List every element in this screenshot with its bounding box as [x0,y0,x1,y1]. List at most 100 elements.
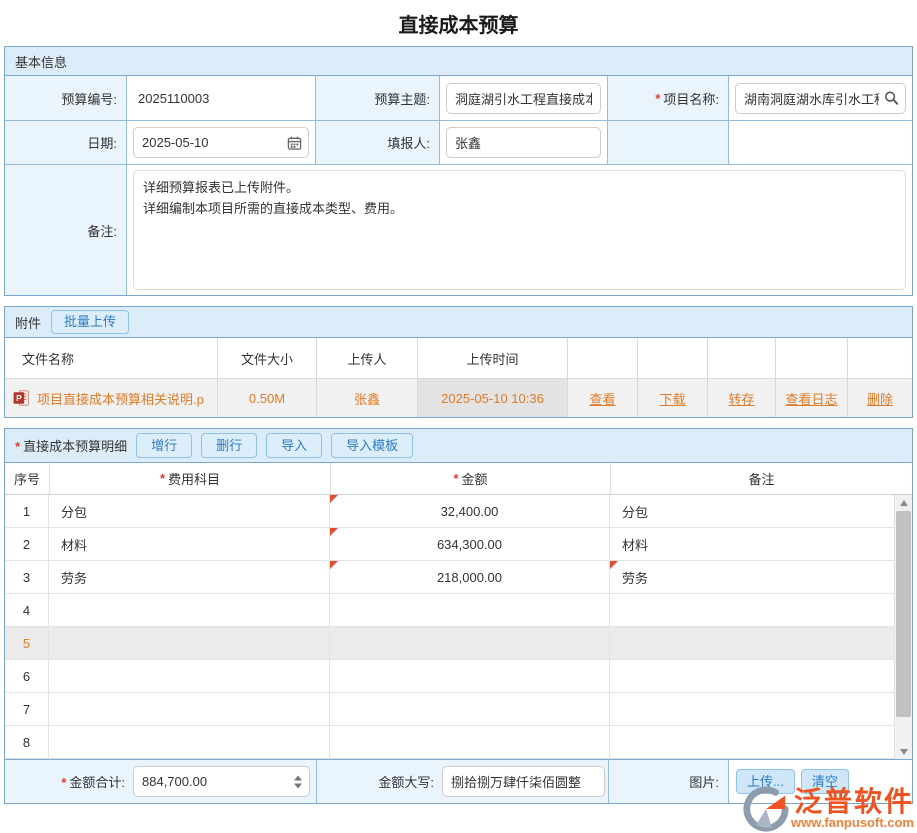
date-label: 日期: [5,120,126,164]
date-input[interactable] [133,127,309,158]
amount-caps-label: 金额大写: [317,772,435,791]
col-upload-time: 上传时间 [417,338,567,379]
attachment-row: P 项目直接成本预算相关说明.p 0.50M 张鑫 2025-05-10 10:… [5,379,912,417]
table-row[interactable]: 4 [5,594,895,627]
detail-rows: 1 分包 32,400.00 分包 2 材料 634,300.00 材料 3 劳… [5,495,895,759]
basic-info-row-1: 预算编号: 2025110003 预算主题: *项目名称: [5,76,912,120]
subject-label: 预算主题: [315,76,439,120]
save-as-link[interactable]: 转存 [728,389,754,408]
total-amount-section: *金额合计: [5,760,316,803]
attachment-file-name[interactable]: 项目直接成本预算相关说明.p [37,389,204,408]
subject-input[interactable] [446,83,601,114]
number-stepper[interactable] [294,775,302,788]
svg-text:P: P [16,393,22,403]
watermark-url: www.fanpusoft.com [791,816,914,830]
attachments-table-header: 文件名称 文件大小 上传人 上传时间 [5,338,912,379]
col-no: 序号 [5,463,49,495]
attachments-header: 附件 批量上传 [5,307,912,338]
page-title: 直接成本预算 [0,0,917,46]
view-link[interactable]: 查看 [589,389,615,408]
required-asterisk: * [61,775,66,790]
remark-textarea[interactable]: 详细预算报表已上传附件。 详细编制本项目所需的直接成本类型、费用。 [133,170,906,290]
detail-footer: *金额合计: 金额大写: 图片: 上传... 清空 [5,759,912,803]
amount-caps-section: 金额大写: [316,760,608,803]
add-row-button[interactable]: 增行 [136,433,192,459]
col-file-name: 文件名称 [5,338,217,379]
empty-value-cell [728,120,912,164]
table-row[interactable]: 1 分包 32,400.00 分包 [5,495,895,528]
remark-cell: 详细预算报表已上传附件。 详细编制本项目所需的直接成本类型、费用。 [126,164,912,295]
import-button[interactable]: 导入 [266,433,322,459]
required-asterisk: * [453,471,458,486]
attachment-file-cell: P 项目直接成本预算相关说明.p [5,379,217,417]
col-remark: 备注 [610,463,912,495]
reporter-label: 填报人: [315,120,439,164]
table-row-selected[interactable]: 5 [5,627,895,660]
clear-image-button[interactable]: 清空 [801,769,849,795]
import-template-button[interactable]: 导入模板 [331,433,413,459]
col-amount: *金额 [330,463,610,495]
attachment-uploader: 张鑫 [316,379,417,417]
upload-image-button[interactable]: 上传... [736,769,795,795]
basic-info-title: 基本信息 [15,52,67,71]
basic-info-row-3: 备注: 详细预算报表已上传附件。 详细编制本项目所需的直接成本类型、费用。 [5,164,912,295]
view-log-link[interactable]: 查看日志 [785,389,837,408]
ppt-file-icon: P [13,390,31,406]
subject-cell [439,76,607,120]
table-row[interactable]: 7 [5,693,895,726]
col-action-1 [567,338,637,379]
cell-edited-marker [610,561,618,569]
budget-no-label: 预算编号: [5,76,126,120]
image-buttons-cell: 上传... 清空 [728,760,912,803]
attachment-file-size: 0.50M [217,379,316,417]
table-row[interactable]: 2 材料 634,300.00 材料 [5,528,895,561]
vertical-scrollbar[interactable] [895,495,912,759]
image-label: 图片: [689,772,719,791]
total-amount-label: *金额合计: [5,772,126,791]
scroll-down-arrow[interactable] [895,744,912,759]
cell-edited-marker [330,561,338,569]
project-name-input[interactable] [735,83,906,114]
reporter-cell [439,120,607,164]
scrollbar-thumb[interactable] [896,511,911,717]
attachments-title: 附件 [15,313,41,332]
table-row[interactable]: 6 [5,660,895,693]
table-row[interactable]: 8 [5,726,895,759]
project-label: *项目名称: [607,76,728,120]
delete-row-button[interactable]: 删行 [201,433,257,459]
project-cell [728,76,912,120]
budget-no-value: 2025110003 [126,76,315,120]
batch-upload-button[interactable]: 批量上传 [51,310,129,334]
required-asterisk: * [15,439,20,454]
detail-table-header: 序号 *费用科目 *金额 备注 [5,463,912,495]
download-link[interactable]: 下载 [659,389,685,408]
required-asterisk: * [160,471,165,486]
empty-label-cell [607,120,728,164]
table-row[interactable]: 3 劳务 218,000.00 劳务 [5,561,895,594]
required-asterisk: * [655,91,660,106]
amount-caps-input[interactable] [442,766,605,797]
detail-panel: *直接成本预算明细 增行 删行 导入 导入模板 序号 *费用科目 *金额 备注 … [4,428,913,804]
col-uploader: 上传人 [316,338,417,379]
cell-edited-marker [330,495,338,503]
delete-link[interactable]: 删除 [867,389,893,408]
reporter-input[interactable] [446,127,601,158]
cell-edited-marker [330,528,338,536]
calendar-icon[interactable] [287,135,302,150]
col-file-size: 文件大小 [217,338,316,379]
detail-toolbar: *直接成本预算明细 增行 删行 导入 导入模板 [5,429,912,463]
search-icon[interactable] [884,91,899,106]
col-action-2 [637,338,707,379]
total-amount-input[interactable] [133,766,310,797]
col-action-5 [847,338,912,379]
basic-info-header: 基本信息 [5,47,912,76]
basic-info-row-2: 日期: 填报人: [5,120,912,164]
scroll-up-arrow[interactable] [895,495,912,510]
basic-info-panel: 基本信息 预算编号: 2025110003 预算主题: *项目名称: 日期: 填… [4,46,913,296]
detail-table-body: 1 分包 32,400.00 分包 2 材料 634,300.00 材料 3 劳… [5,495,912,759]
date-cell [126,120,315,164]
detail-title: *直接成本预算明细 [15,436,127,455]
col-subject: *费用科目 [49,463,330,495]
col-action-3 [707,338,775,379]
col-action-4 [775,338,847,379]
